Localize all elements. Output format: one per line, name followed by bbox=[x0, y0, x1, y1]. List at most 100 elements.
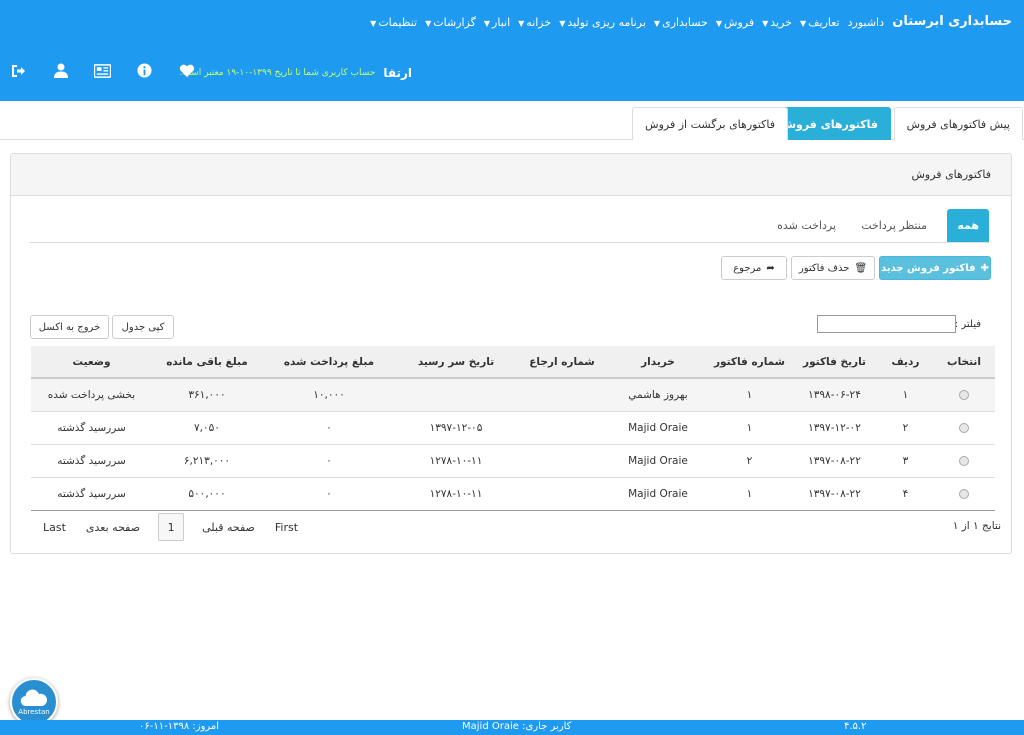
export-excel-button[interactable]: خروج به اکسل bbox=[30, 315, 109, 339]
cell-buyer: Majid Oraie bbox=[608, 444, 708, 478]
invoices-table: انتخاب ردیف تاریخ فاکتور شماره فاکتور خر… bbox=[31, 346, 995, 511]
nav-sales[interactable]: فروش▼ bbox=[716, 16, 754, 29]
col-reference[interactable]: شماره ارجاع bbox=[516, 346, 608, 379]
cell-remaining: ۳۶۱,۰۰۰ bbox=[152, 378, 262, 412]
table-row[interactable]: ۲ ۱۳۹۷-۱۲-۰۲ ۱ Majid Oraie ۱۳۹۷-۱۲-۰۵ ۰ … bbox=[31, 411, 995, 445]
row-select-radio[interactable] bbox=[959, 455, 969, 466]
cell-buyer: Majid Oraie bbox=[608, 477, 708, 511]
row-select-radio[interactable] bbox=[959, 488, 969, 499]
tab-pending-payment[interactable]: منتظر پرداخت bbox=[851, 209, 937, 242]
cell-number: ۲ bbox=[708, 444, 791, 478]
badge-label: Abrestan bbox=[18, 707, 50, 716]
tab-all[interactable]: همه bbox=[947, 209, 989, 242]
next-page-link[interactable]: صفحه بعدی bbox=[76, 521, 150, 534]
current-page-number[interactable]: 1 bbox=[158, 513, 185, 541]
col-status[interactable]: وضعیت bbox=[31, 346, 152, 379]
tab-pre-invoices[interactable]: پیش فاکتورهای فروش bbox=[893, 107, 1023, 140]
table-header-row: انتخاب ردیف تاریخ فاکتور شماره فاکتور خر… bbox=[31, 346, 995, 379]
trash-icon: 🗑 bbox=[854, 262, 868, 274]
first-page-link[interactable]: First bbox=[265, 521, 308, 534]
plus-icon: ✚ bbox=[980, 262, 989, 274]
current-user-label: کاربر جاری: Majid Oraie bbox=[462, 721, 572, 732]
filter-input[interactable] bbox=[817, 315, 956, 333]
user-icon[interactable] bbox=[52, 62, 69, 79]
cloud-icon bbox=[20, 689, 47, 706]
share-icon: ➦ bbox=[766, 262, 775, 274]
heart-icon[interactable] bbox=[178, 62, 195, 79]
caret-down-icon: ▼ bbox=[653, 19, 661, 28]
nav-accounting[interactable]: حسابداری▼ bbox=[654, 16, 708, 29]
col-remaining-amount[interactable]: مبلغ باقی مانده bbox=[152, 346, 262, 379]
nav-production-planning[interactable]: برنامه ریزی تولید▼ bbox=[559, 16, 646, 29]
nav-settings[interactable]: تنظیمات▼ bbox=[370, 16, 417, 29]
cell-remaining: ۵۰۰,۰۰۰ bbox=[152, 477, 262, 511]
col-buyer[interactable]: خریدار bbox=[608, 346, 708, 379]
col-row[interactable]: ردیف bbox=[878, 346, 933, 379]
cell-paid: ۰ bbox=[262, 444, 396, 478]
row-select-radio[interactable] bbox=[959, 389, 969, 400]
id-card-icon[interactable] bbox=[94, 62, 111, 79]
last-page-link[interactable]: Last bbox=[33, 521, 76, 534]
cell-row: ۲ bbox=[878, 411, 933, 445]
delete-invoice-button[interactable]: 🗑 حذف فاکتور bbox=[791, 256, 875, 280]
table-row[interactable]: ۴ ۱۳۹۷-۰۸-۲۲ ۱ Majid Oraie ۱۲۷۸-۱۰-۱۱ ۰ … bbox=[31, 477, 995, 511]
nav-reports[interactable]: گزارشات▼ bbox=[425, 16, 476, 29]
cell-row: ۳ bbox=[878, 444, 933, 478]
nav-purchase[interactable]: خرید▼ bbox=[762, 16, 792, 29]
filter-label: فیلتر : bbox=[954, 319, 981, 330]
cell-number: ۱ bbox=[708, 477, 791, 511]
main-nav: داشبورد تعاریف▼ خرید▼ فروش▼ حسابداری▼ بر… bbox=[370, 16, 884, 29]
cell-due: ۱۲۷۸-۱۰-۱۱ bbox=[396, 477, 516, 511]
nav-definitions[interactable]: تعاریف▼ bbox=[800, 16, 840, 29]
cell-paid: ۰ bbox=[262, 477, 396, 511]
abrestan-badge[interactable]: Abrestan bbox=[10, 678, 58, 726]
caret-down-icon: ▼ bbox=[425, 19, 432, 28]
cell-due: ۱۲۷۸-۱۰-۱۱ bbox=[396, 444, 516, 478]
col-paid-amount[interactable]: مبلغ پرداخت شده bbox=[262, 346, 396, 379]
top-header: حسابداری ابرستان داشبورد تعاریف▼ خرید▼ ف… bbox=[0, 0, 1024, 101]
status-badge: بخشی پرداخت شده bbox=[31, 378, 152, 412]
cell-ref bbox=[516, 444, 608, 478]
status-footer: ۴.۵.۲ کاربر جاری: Majid Oraie امروز: ۱۳۹… bbox=[0, 720, 1024, 735]
caret-down-icon: ▼ bbox=[518, 19, 525, 28]
caret-down-icon: ▼ bbox=[559, 19, 566, 28]
cell-paid: ۱۰,۰۰۰ bbox=[262, 378, 396, 412]
info-icon[interactable] bbox=[136, 62, 153, 79]
pagination: First صفحه قبلی 1 صفحه بعدی Last bbox=[33, 512, 308, 542]
table-row[interactable]: ۱ ۱۳۹۸-۰۶-۲۴ ۱ بهروز هاشمي ۱۰,۰۰۰ ۳۶۱,۰۰… bbox=[31, 378, 995, 412]
cell-remaining: ۷,۰۵۰ bbox=[152, 411, 262, 445]
version-label: ۴.۵.۲ bbox=[844, 721, 867, 732]
new-invoice-button[interactable]: ✚ فاکتور فروش جدید bbox=[879, 256, 991, 280]
copy-table-button[interactable]: کپی جدول bbox=[112, 315, 174, 339]
status-badge: سررسید گذشته bbox=[31, 411, 152, 445]
nav-dashboard[interactable]: داشبورد bbox=[848, 16, 884, 29]
cell-date: ۱۳۹۷-۰۸-۲۲ bbox=[791, 444, 878, 478]
today-date-label: امروز: ۱۳۹۸-۱۱-۰۶ bbox=[139, 721, 220, 732]
status-filter-tabs: همه منتظر پرداخت پرداخت شده bbox=[29, 209, 989, 243]
col-due-date[interactable]: تاریخ سر رسید bbox=[396, 346, 516, 379]
tab-sales-returns[interactable]: فاکتورهای برگشت از فروش bbox=[632, 107, 788, 140]
nav-treasury[interactable]: خزانه▼ bbox=[518, 16, 551, 29]
cell-number: ۱ bbox=[708, 378, 791, 412]
col-invoice-number[interactable]: شماره فاکتور bbox=[708, 346, 791, 379]
prev-page-link[interactable]: صفحه قبلی bbox=[192, 521, 265, 534]
return-button[interactable]: ➦ مرجوع bbox=[721, 256, 787, 280]
row-select-radio[interactable] bbox=[959, 422, 969, 433]
cell-buyer: بهروز هاشمي bbox=[608, 378, 708, 412]
account-validity-note: حساب کاربری شما تا تاریخ ۱۳۹۹-۱۰-۱۹ معتب… bbox=[179, 68, 376, 78]
cell-number: ۱ bbox=[708, 411, 791, 445]
upgrade-link[interactable]: ارتقا bbox=[383, 66, 412, 80]
col-select[interactable]: انتخاب bbox=[933, 346, 995, 379]
cell-due: ۱۳۹۷-۱۲-۰۵ bbox=[396, 411, 516, 445]
status-badge: سررسید گذشته bbox=[31, 477, 152, 511]
nav-warehouse[interactable]: انبار▼ bbox=[484, 16, 510, 29]
cell-row: ۴ bbox=[878, 477, 933, 511]
cell-row: ۱ bbox=[878, 378, 933, 412]
cell-ref bbox=[516, 477, 608, 511]
brand-title[interactable]: حسابداری ابرستان bbox=[892, 14, 1012, 29]
logout-icon[interactable] bbox=[10, 62, 27, 79]
caret-down-icon: ▼ bbox=[483, 19, 491, 28]
col-invoice-date[interactable]: تاریخ فاکتور bbox=[791, 346, 878, 379]
table-row[interactable]: ۳ ۱۳۹۷-۰۸-۲۲ ۲ Majid Oraie ۱۲۷۸-۱۰-۱۱ ۰ … bbox=[31, 444, 995, 478]
tab-paid[interactable]: پرداخت شده bbox=[767, 209, 846, 242]
